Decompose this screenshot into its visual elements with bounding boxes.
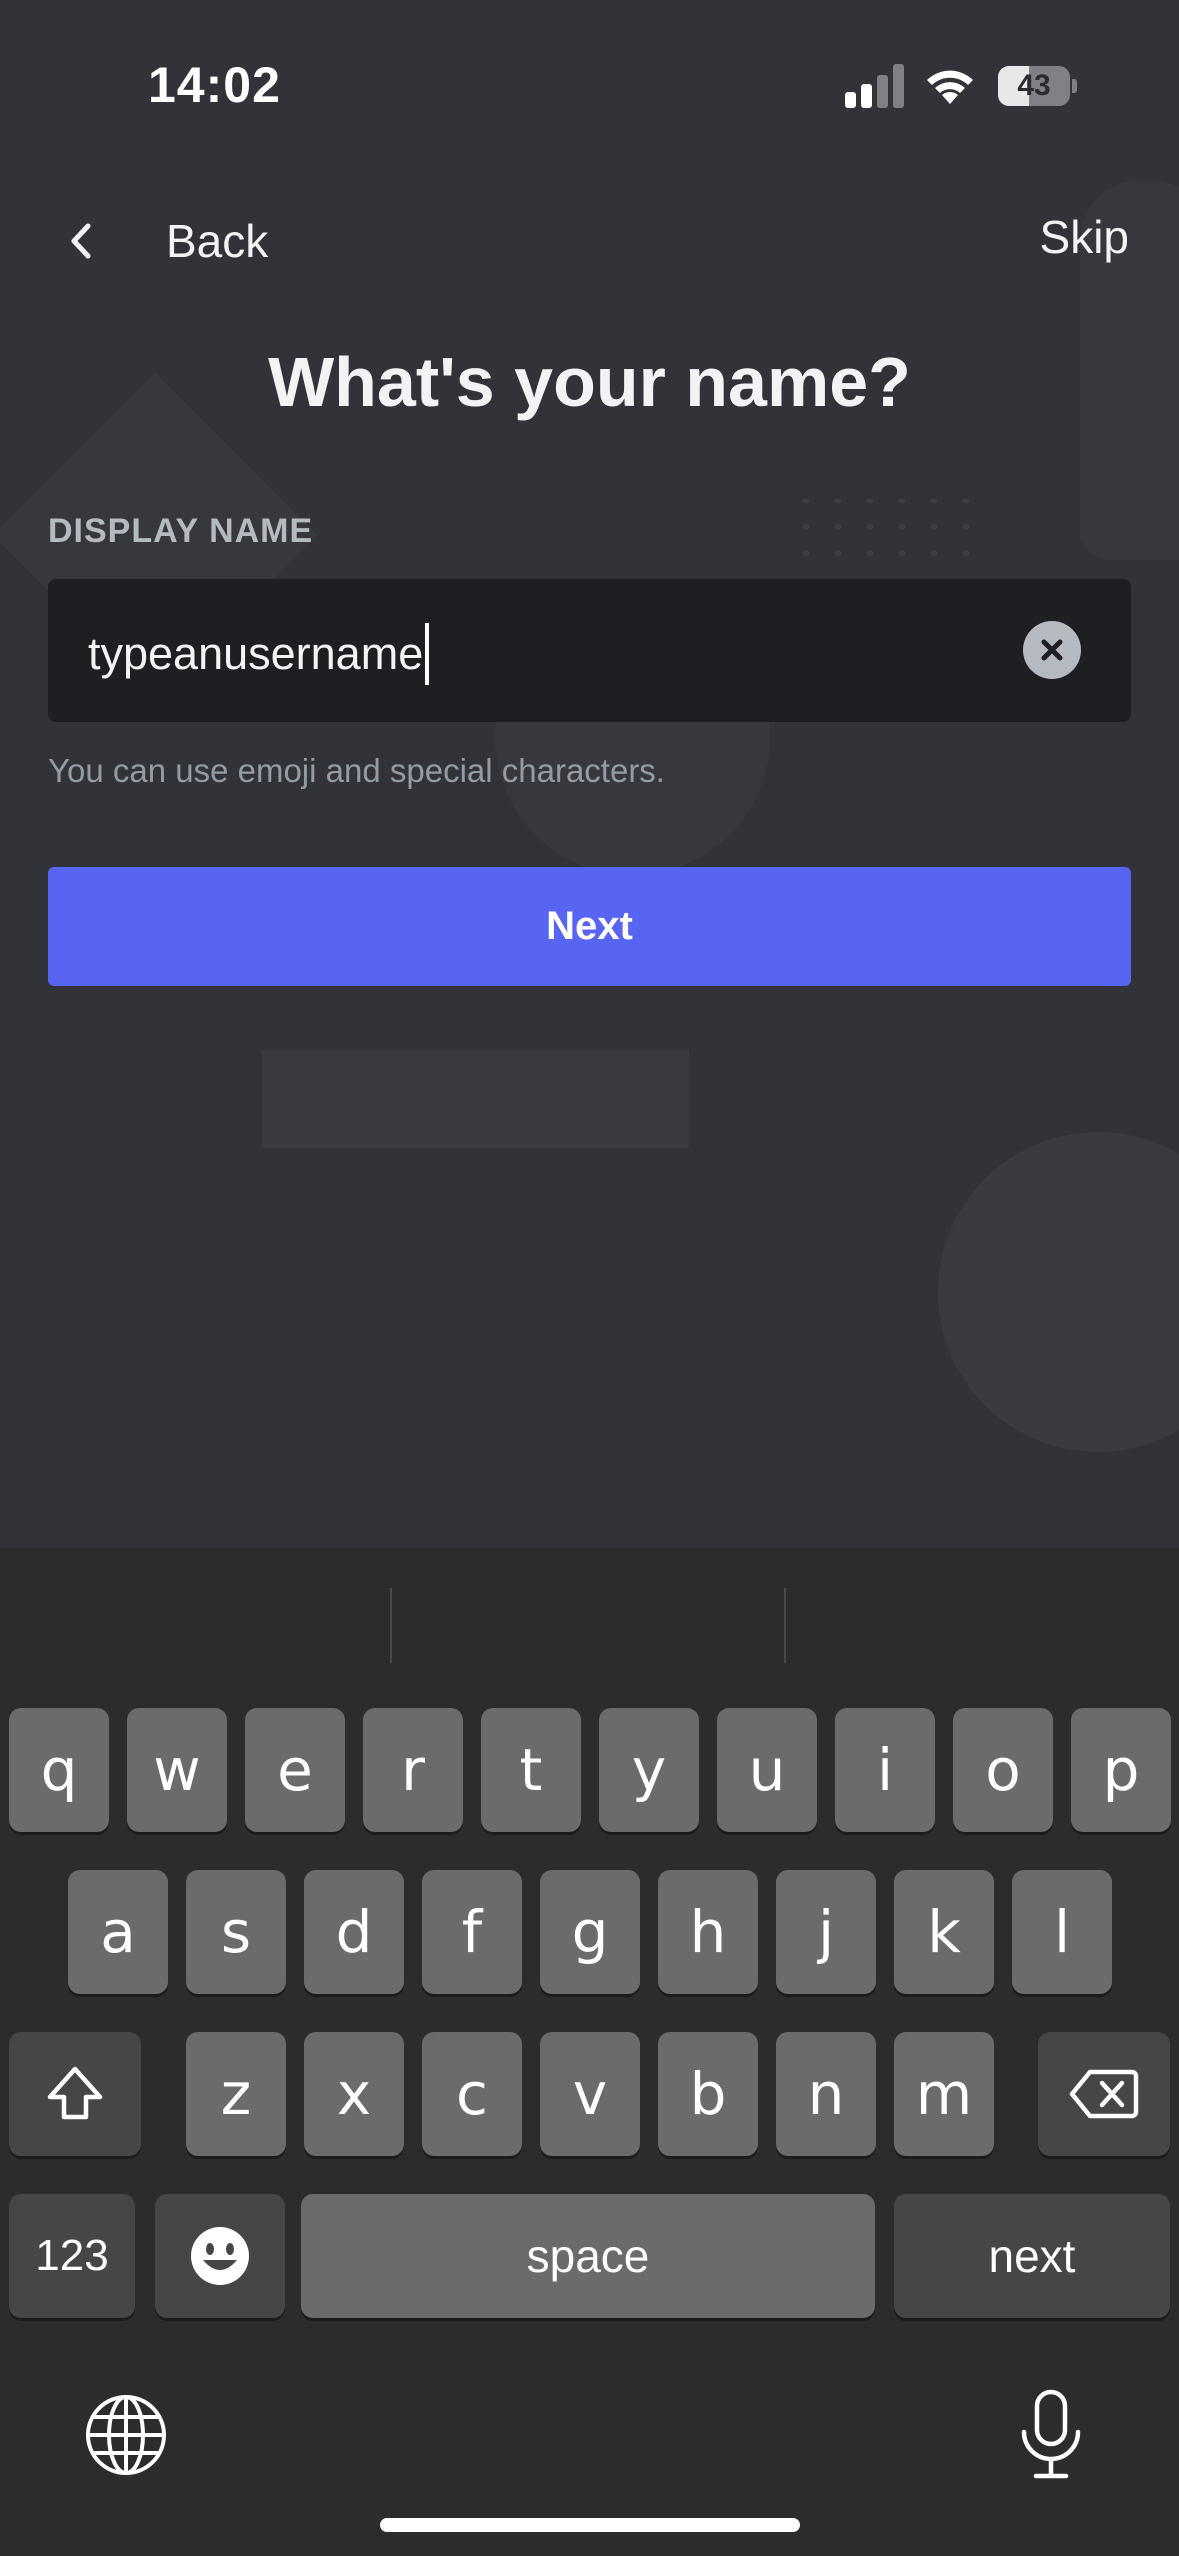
key-y[interactable]: y (599, 1708, 699, 1832)
background-dot-grid (790, 488, 980, 558)
display-name-input[interactable]: typeanusername (48, 579, 1131, 722)
key-j[interactable]: j (776, 1870, 876, 1994)
clear-input-button[interactable] (1023, 621, 1081, 679)
key-q[interactable]: q (9, 1708, 109, 1832)
key-l[interactable]: l (1012, 1870, 1112, 1994)
key-m[interactable]: m (894, 2032, 994, 2156)
status-time: 14:02 (148, 57, 281, 113)
delete-key[interactable] (1038, 2032, 1170, 2156)
background-rect-shape (262, 1050, 689, 1148)
input-hint: You can use emoji and special characters… (48, 752, 665, 789)
home-indicator (380, 2518, 800, 2532)
wifi-icon (927, 70, 973, 104)
skip-button[interactable]: Skip (1040, 210, 1129, 264)
delete-icon (1069, 2069, 1139, 2119)
display-name-value: typeanusername (88, 628, 424, 679)
key-t[interactable]: t (481, 1708, 581, 1832)
screen: 14:02 43 Back Skip What's your name? DIS… (0, 0, 1179, 2556)
key-z[interactable]: z (186, 2032, 286, 2156)
key-i[interactable]: i (835, 1708, 935, 1832)
battery-icon: 43 (998, 66, 1077, 106)
suggestion-divider (784, 1588, 786, 1663)
key-v[interactable]: v (540, 2032, 640, 2156)
signal-icon (845, 64, 905, 108)
key-c[interactable]: c (422, 2032, 522, 2156)
key-g[interactable]: g (540, 1870, 640, 1994)
key-r[interactable]: r (363, 1708, 463, 1832)
shift-key[interactable] (9, 2032, 141, 2156)
globe-icon[interactable] (84, 2393, 168, 2477)
key-d[interactable]: d (304, 1870, 404, 1994)
key-h[interactable]: h (658, 1870, 758, 1994)
key-x[interactable]: x (304, 2032, 404, 2156)
key-b[interactable]: b (658, 2032, 758, 2156)
key-a[interactable]: a (68, 1870, 168, 1994)
key-u[interactable]: u (717, 1708, 817, 1832)
numbers-key[interactable]: 123 (9, 2194, 135, 2318)
next-button[interactable]: Next (48, 867, 1131, 986)
emoji-key[interactable] (155, 2194, 285, 2318)
suggestion-divider (390, 1588, 392, 1663)
battery-percent: 43 (1017, 69, 1051, 102)
key-o[interactable]: o (953, 1708, 1053, 1832)
back-chevron-icon (71, 223, 91, 259)
key-n[interactable]: n (776, 2032, 876, 2156)
shift-icon (47, 2066, 103, 2120)
microphone-icon[interactable] (1018, 2388, 1084, 2482)
page-title: What's your name? (268, 343, 911, 421)
key-s[interactable]: s (186, 1870, 286, 1994)
back-label: Back (166, 215, 269, 267)
key-e[interactable]: e (245, 1708, 345, 1832)
background-circle-shape-right (938, 1132, 1179, 1452)
text-caret (425, 623, 430, 685)
keyboard: q w e r t y u i o p a s d f g h j k l z … (0, 1548, 1179, 2556)
space-key[interactable]: space (301, 2194, 875, 2318)
clear-icon (1041, 639, 1063, 661)
key-f[interactable]: f (422, 1870, 522, 1994)
key-w[interactable]: w (127, 1708, 227, 1832)
back-button[interactable]: Back (58, 206, 268, 276)
display-name-label: DISPLAY NAME (48, 512, 314, 550)
key-p[interactable]: p (1071, 1708, 1171, 1832)
return-key[interactable]: next (894, 2194, 1170, 2318)
emoji-icon (191, 2227, 249, 2285)
key-k[interactable]: k (894, 1870, 994, 1994)
